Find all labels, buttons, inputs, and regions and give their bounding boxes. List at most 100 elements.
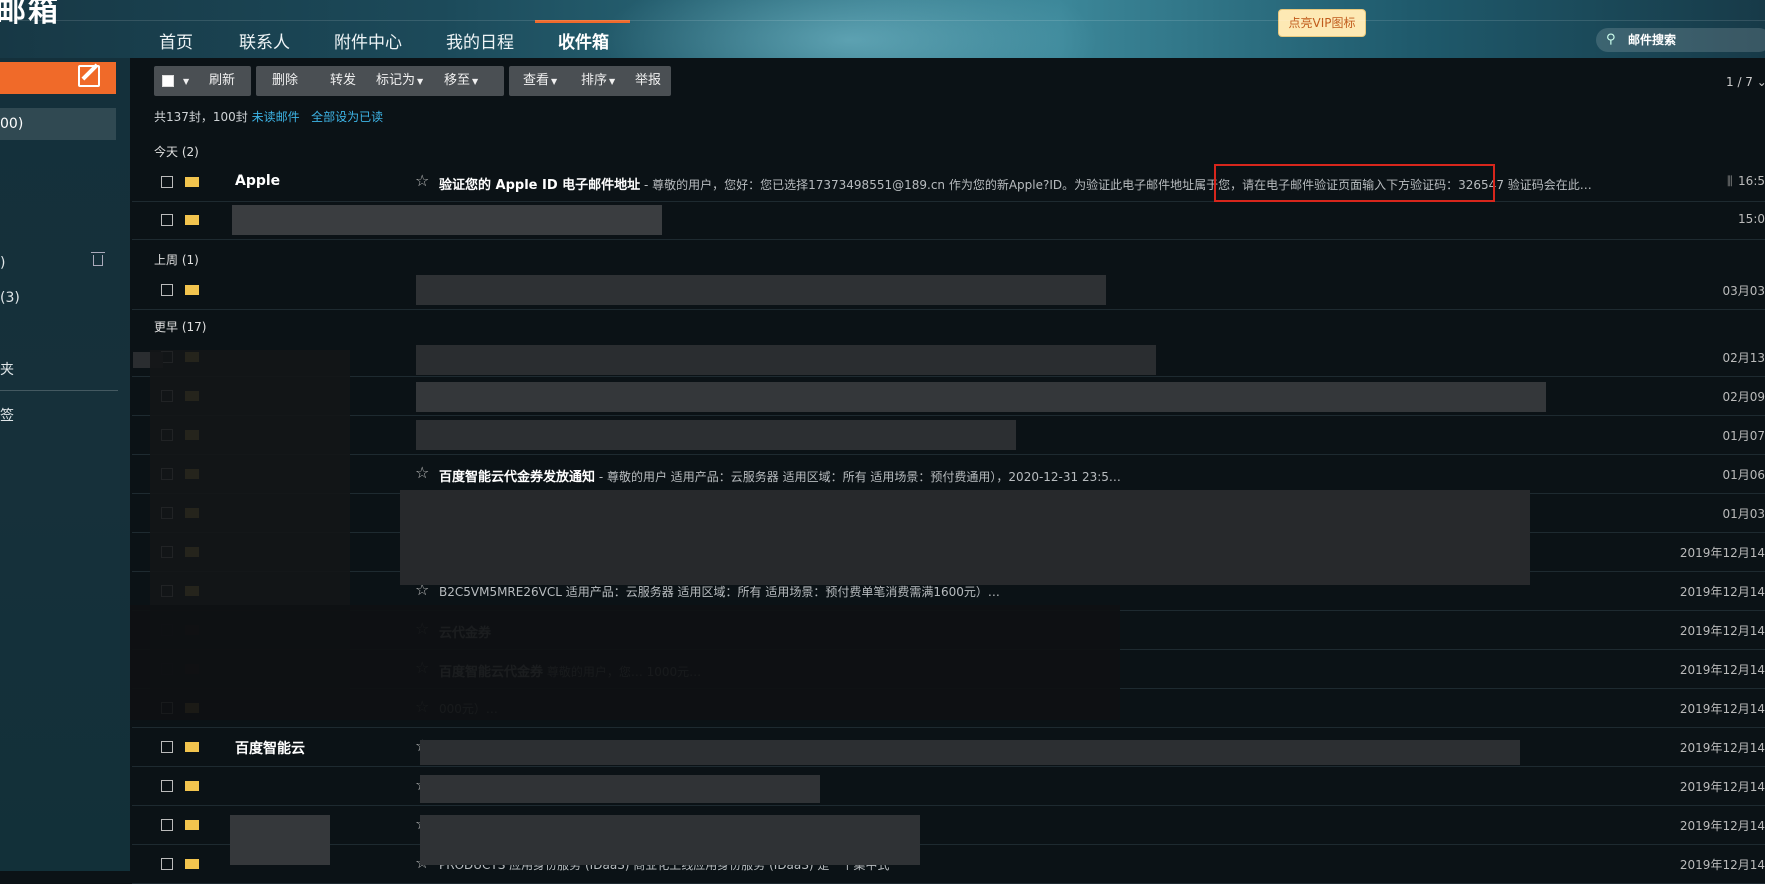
verification-code-highlight <box>1214 164 1495 202</box>
sidebar-item-folder-count[interactable]: (3) <box>0 290 20 306</box>
search-input[interactable]: ⚲ 邮件搜索 <box>1596 28 1765 52</box>
mail-checkbox[interactable] <box>161 780 173 792</box>
mail-checkbox[interactable] <box>161 214 173 226</box>
mosaic-block <box>416 345 1156 375</box>
mail-date: 2019年12月14 <box>1679 624 1765 638</box>
nav-home[interactable]: 首页 <box>159 28 193 53</box>
delete-button[interactable]: 删除 <box>272 66 298 96</box>
forward-button[interactable]: 转发 <box>330 66 356 96</box>
mail-checkbox[interactable] <box>161 284 173 296</box>
mail-row[interactable]: ☆备案成功证明提示 - 尊敬的用户：您的网站域名已成功备案2019年12月14 <box>132 806 1765 845</box>
view-button[interactable]: 查看 ▼ <box>523 66 557 96</box>
mail-date: 2019年12月14 <box>1679 819 1765 833</box>
envelope-icon <box>185 177 199 187</box>
sidebar-item-inbox[interactable]: 00) <box>0 108 116 140</box>
mail-date: 2019年12月14 <box>1679 546 1765 560</box>
search-placeholder: 邮件搜索 <box>1628 33 1677 47</box>
nav-active-indicator <box>535 20 630 23</box>
mail-sender: 百度智能云 <box>235 741 305 757</box>
unread-link[interactable]: 未读邮件 <box>252 110 300 124</box>
mosaic-block <box>416 275 1106 305</box>
toolbar-group-select: ▼ 刷新 <box>154 66 251 96</box>
mosaic-block <box>230 815 330 865</box>
mail-row[interactable]: Apple ☆ 验证您的 Apple ID 电子邮件地址 - 尊敬的用户，您好：您已… <box>132 163 1765 202</box>
mark-all-read-link[interactable]: 全部设为已读 <box>311 110 383 124</box>
mail-date: 16:5 <box>1738 174 1765 188</box>
envelope-icon <box>185 859 199 869</box>
mail-summary: 共137封，100封 未读邮件 全部设为已读 <box>154 108 383 125</box>
move-to-button[interactable]: 移至 ▼ <box>444 66 478 96</box>
mosaic-block <box>130 605 1120 720</box>
nav-calendar[interactable]: 我的日程 <box>446 28 514 53</box>
mail-date: 15:0 <box>1738 212 1765 226</box>
mail-subject-line[interactable]: 百度智能云代金券发放通知 - 尊敬的用户 适用产品：云服务器 适用区域：所有 适… <box>439 466 1709 485</box>
mail-checkbox[interactable] <box>161 819 173 831</box>
select-all-checkbox[interactable] <box>162 75 174 87</box>
star-icon[interactable]: ☆ <box>415 171 429 190</box>
sidebar-item-tags[interactable]: 签 <box>0 405 14 425</box>
mosaic-block <box>416 420 1016 450</box>
page-indicator[interactable]: 1 / 7 ⌄ <box>1726 75 1765 89</box>
mail-row[interactable]: ☆PRODUCTS 应用身份服务 (IDaaS) 商业化上线应用身份服务 (ID… <box>132 845 1765 884</box>
group-header-earlier: 更早 (17) <box>154 320 207 334</box>
trash-icon[interactable] <box>91 252 105 266</box>
sort-label: 排序 <box>581 73 608 88</box>
mail-date: 01月06 <box>1722 468 1765 482</box>
mail-checkbox[interactable] <box>161 741 173 753</box>
chevron-down-icon: ▼ <box>183 77 190 86</box>
summary-text: 共137封，100封 <box>154 110 248 124</box>
envelope-icon <box>185 285 199 295</box>
mail-date: 2019年12月14 <box>1679 741 1765 755</box>
mail-date: 02月13 <box>1722 351 1765 365</box>
sidebar-item-trash[interactable]: ) <box>0 255 5 271</box>
mosaic-block <box>420 775 820 803</box>
mail-date: 2019年12月14 <box>1679 780 1765 794</box>
mail-checkbox[interactable] <box>161 858 173 870</box>
toolbar-group-actions: 删除 转发 标记为 ▼ 移至 ▼ <box>256 66 504 96</box>
group-header-today: 今天 (2) <box>154 145 199 159</box>
mail-date: 2019年12月14 <box>1679 585 1765 599</box>
nav-inbox[interactable]: 收件箱 <box>558 28 609 53</box>
mail-preview: - 尊敬的用户 适用产品：云服务器 适用区域：所有 适用场景：预付费通用），20… <box>595 470 1121 484</box>
top-header: 邮箱 首页 联系人 附件中心 我的日程 收件箱 点亮VIP图标 ⚲ 邮件搜索 <box>0 0 1765 58</box>
compose-icon <box>78 65 100 87</box>
mosaic-block <box>400 490 1530 585</box>
mail-row[interactable]: ☆ 百度智能云代金券发放通知 - 尊敬的用户 适用产品：云服务器 适用区域：所有 … <box>132 455 1765 494</box>
sidebar <box>0 58 130 871</box>
attachment-icon: ⫼ <box>1727 174 1733 188</box>
sidebar-item-folder[interactable]: 夹 <box>0 359 14 379</box>
mail-checkbox[interactable] <box>161 176 173 188</box>
mail-date: 2019年12月14 <box>1679 858 1765 872</box>
chevron-down-icon: ▼ <box>551 77 558 86</box>
envelope-icon <box>185 742 199 752</box>
mail-date: 2019年12月14 <box>1679 663 1765 677</box>
mail-subject-line[interactable]: B2C5VM5MRE26VCL 适用产品：云服务器 适用区域：所有 适用场景：预… <box>439 583 1709 600</box>
mosaic-block <box>232 205 662 235</box>
group-header-last-week: 上周 (1) <box>154 253 199 267</box>
move-to-label: 移至 <box>444 73 471 88</box>
mailbox-logo: 邮箱 <box>0 0 60 29</box>
sort-button[interactable]: 排序 ▼ <box>581 66 615 96</box>
mail-row[interactable]: ☆300.00元代金券 适用产品：云服务器 适用区域：所有 适用场景2019年1… <box>132 767 1765 806</box>
mark-as-label: 标记为 <box>376 73 416 88</box>
star-icon[interactable]: ☆ <box>415 463 429 482</box>
vip-badge[interactable]: 点亮VIP图标 <box>1278 9 1366 37</box>
pager-text: 1 / 7 <box>1726 75 1753 89</box>
mosaic-block <box>420 740 1520 765</box>
chevron-down-icon: ▼ <box>417 77 424 86</box>
view-label: 查看 <box>523 73 550 88</box>
refresh-button[interactable]: 刷新 <box>209 66 235 96</box>
inbox-count: 00) <box>0 116 24 132</box>
mail-subject: 验证您的 Apple ID 电子邮件地址 <box>439 178 641 193</box>
toolbar-group-view: 查看 ▼ 排序 ▼ 举报 <box>509 66 671 96</box>
mail-date: 01月07 <box>1722 429 1765 443</box>
select-dropdown[interactable]: ▼ <box>181 66 189 96</box>
mail-subject: 百度智能云代金券发放通知 <box>439 470 596 485</box>
report-button[interactable]: 举报 <box>635 66 661 96</box>
mail-subject-line[interactable]: 验证您的 Apple ID 电子邮件地址 - 尊敬的用户，您好：您已选择1737… <box>439 174 1709 193</box>
mail-date: 01月03 <box>1722 507 1765 521</box>
nav-attachments[interactable]: 附件中心 <box>334 28 402 53</box>
mail-sender: Apple <box>235 173 281 189</box>
nav-contacts[interactable]: 联系人 <box>239 28 290 53</box>
mark-as-button[interactable]: 标记为 ▼ <box>376 66 423 96</box>
